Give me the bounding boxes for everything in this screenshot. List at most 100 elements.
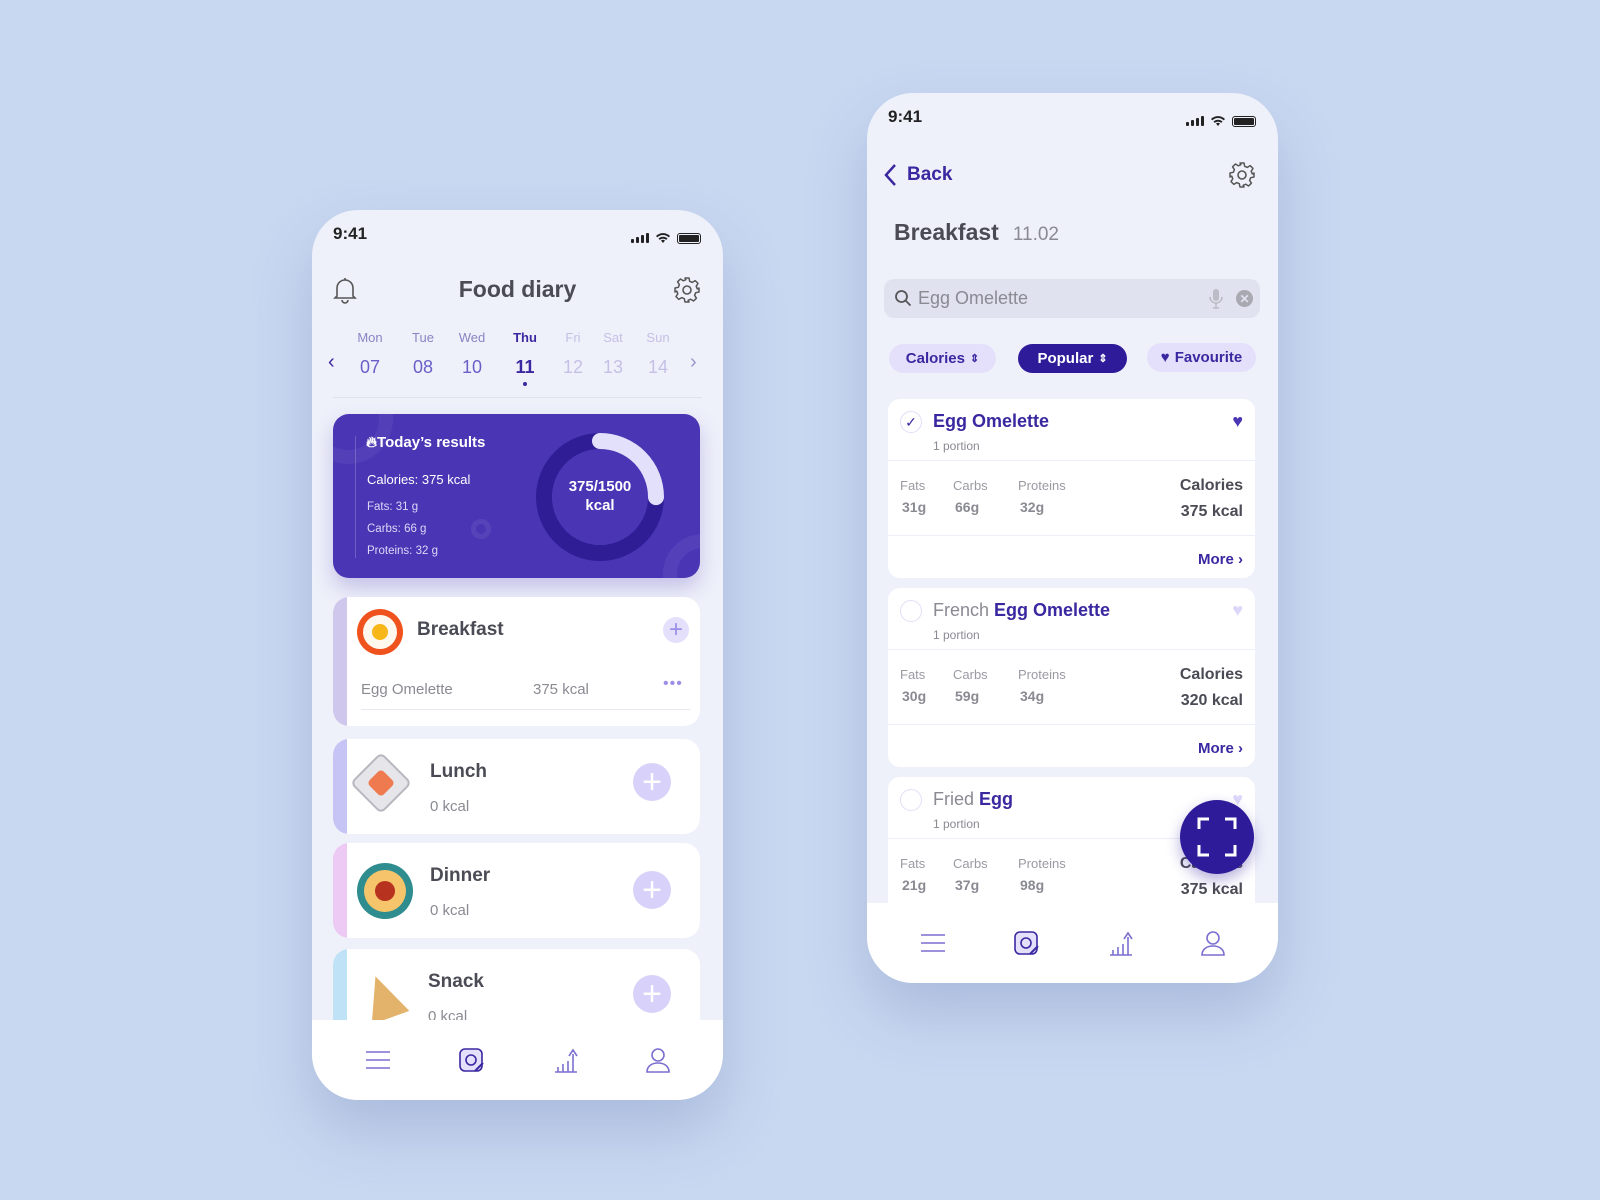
- day-sat[interactable]: Sat 13: [593, 330, 633, 378]
- scan-barcode-button[interactable]: [1180, 800, 1254, 874]
- favourite-chip[interactable]: ♥ Favourite: [1147, 343, 1256, 372]
- carbs-label: Carbs: [953, 856, 988, 871]
- menu-icon[interactable]: [919, 932, 947, 954]
- meal-name: Dinner: [430, 865, 491, 886]
- day-label: Wed: [458, 330, 486, 345]
- favourite-heart-icon[interactable]: ♥: [1232, 600, 1243, 621]
- add-dinner-button[interactable]: +: [633, 871, 671, 909]
- diary-icon[interactable]: [457, 1045, 487, 1075]
- fats-value: 31g: [902, 499, 927, 515]
- unchecked-circle-icon[interactable]: [900, 789, 922, 811]
- day-number: 12: [562, 357, 584, 377]
- calories-value: 375 kcal: [1180, 881, 1243, 898]
- selected-dot: [523, 382, 527, 386]
- stats-icon[interactable]: [1107, 929, 1135, 957]
- sandwich-icon: [356, 969, 410, 1025]
- meal-card-dinner[interactable]: Dinner 0 kcal +: [333, 843, 700, 938]
- chevron-right-icon: ›: [1238, 740, 1243, 757]
- fats-value: 21g: [902, 877, 927, 893]
- more-link[interactable]: More ›: [1198, 740, 1243, 757]
- page-title: Food diary: [458, 276, 577, 302]
- day-label: Sat: [603, 330, 623, 345]
- favourite-heart-icon[interactable]: ♥: [1232, 411, 1243, 432]
- day-wed[interactable]: Wed 10: [452, 330, 492, 378]
- results-calories: Calories: 375 kcal: [367, 472, 471, 487]
- results-fats: Fats: 31 g: [367, 501, 419, 513]
- divider: [333, 397, 702, 398]
- add-breakfast-button[interactable]: +: [663, 616, 689, 643]
- page-title: Breakfast: [894, 219, 999, 245]
- day-number: 08: [412, 357, 434, 377]
- microphone-icon[interactable]: [1209, 288, 1223, 310]
- heart-icon: ♥: [1160, 349, 1170, 366]
- day-label: Mon: [357, 330, 383, 345]
- status-time: 9:41: [888, 107, 923, 126]
- back-button[interactable]: Back: [883, 163, 952, 187]
- meal-kcal: 0 kcal: [430, 798, 470, 815]
- chevron-left-icon: [884, 164, 896, 186]
- sort-calories-chip[interactable]: Calories ⇕: [889, 344, 996, 373]
- gear-icon[interactable]: [673, 276, 701, 304]
- search-field[interactable]: Egg Omelette ✕: [884, 279, 1260, 318]
- proteins-value: 34g: [1020, 688, 1045, 704]
- more-label: More: [1197, 551, 1234, 568]
- status-icons: [1186, 115, 1256, 127]
- meal-card-breakfast[interactable]: Breakfast + Egg Omelette 375 kcal •••: [333, 597, 700, 726]
- wifi-icon: [656, 233, 670, 243]
- food-portion: 1 portion: [933, 817, 980, 831]
- status-time: 9:41: [333, 224, 368, 243]
- food-result-card[interactable]: French Egg Omelette ♥ 1 portion Fats Car…: [888, 588, 1255, 767]
- back-label: Back: [907, 164, 953, 185]
- more-options-icon[interactable]: •••: [663, 675, 683, 693]
- fats-label: Fats: [900, 667, 926, 682]
- food-name: French Egg Omelette: [933, 600, 1110, 621]
- ring-value: 375/1500: [568, 478, 632, 495]
- next-week-chevron-icon[interactable]: ›: [690, 351, 697, 374]
- bottom-nav: [867, 903, 1278, 983]
- meal-item-name[interactable]: Egg Omelette: [361, 681, 453, 698]
- day-tue[interactable]: Tue 08: [403, 330, 443, 378]
- diary-icon[interactable]: [1012, 928, 1042, 958]
- unchecked-circle-icon[interactable]: [900, 600, 922, 622]
- prev-week-chevron-icon[interactable]: ‹: [328, 351, 335, 374]
- clear-search-icon[interactable]: ✕: [1236, 290, 1253, 307]
- meal-kcal: 0 kcal: [430, 902, 470, 919]
- carbs-value: 37g: [955, 877, 980, 893]
- menu-icon[interactable]: [364, 1049, 392, 1071]
- fats-label: Fats: [900, 478, 926, 493]
- status-icons: [631, 232, 701, 244]
- results-proteins: Proteins: 32 g: [367, 545, 438, 557]
- meal-name: Snack: [428, 971, 484, 992]
- salmon-plate-icon: [349, 751, 413, 815]
- profile-icon[interactable]: [645, 1046, 671, 1074]
- carbs-label: Carbs: [953, 478, 988, 493]
- proteins-label: Proteins: [1018, 856, 1066, 871]
- day-sun[interactable]: Sun 14: [638, 330, 678, 378]
- add-lunch-button[interactable]: +: [633, 763, 671, 801]
- todays-results-card: 🔥︎Today’s results Calories: 375 kcal Fat…: [333, 414, 700, 578]
- proteins-value: 98g: [1020, 877, 1045, 893]
- day-mon[interactable]: Mon 07: [350, 330, 390, 378]
- add-snack-button[interactable]: +: [633, 975, 671, 1013]
- food-portion: 1 portion: [933, 628, 980, 642]
- bottom-nav: [312, 1020, 723, 1100]
- meal-name: Lunch: [430, 761, 487, 782]
- search-input[interactable]: Egg Omelette: [918, 288, 1028, 309]
- day-thu[interactable]: Thu 11: [505, 330, 545, 386]
- calories-value: 375 kcal: [1180, 503, 1243, 520]
- food-result-card[interactable]: ✓ Egg Omelette ♥ 1 portion Fats Carbs Pr…: [888, 399, 1255, 578]
- day-label: Fri: [565, 330, 581, 345]
- checked-icon[interactable]: ✓: [900, 411, 922, 433]
- meal-card-lunch[interactable]: Lunch 0 kcal +: [333, 739, 700, 834]
- battery-icon: [1232, 115, 1256, 127]
- gear-icon[interactable]: [1228, 161, 1256, 189]
- day-fri[interactable]: Fri 12: [553, 330, 593, 378]
- day-label: Sun: [646, 330, 670, 345]
- profile-icon[interactable]: [1200, 929, 1226, 957]
- day-number: 14: [647, 357, 669, 377]
- proteins-label: Proteins: [1018, 478, 1066, 493]
- more-link[interactable]: More ›: [1198, 551, 1243, 568]
- stats-icon[interactable]: [552, 1046, 580, 1074]
- results-carbs: Carbs: 66 g: [367, 523, 427, 535]
- sort-popular-chip[interactable]: Popular ⇕: [1018, 344, 1127, 373]
